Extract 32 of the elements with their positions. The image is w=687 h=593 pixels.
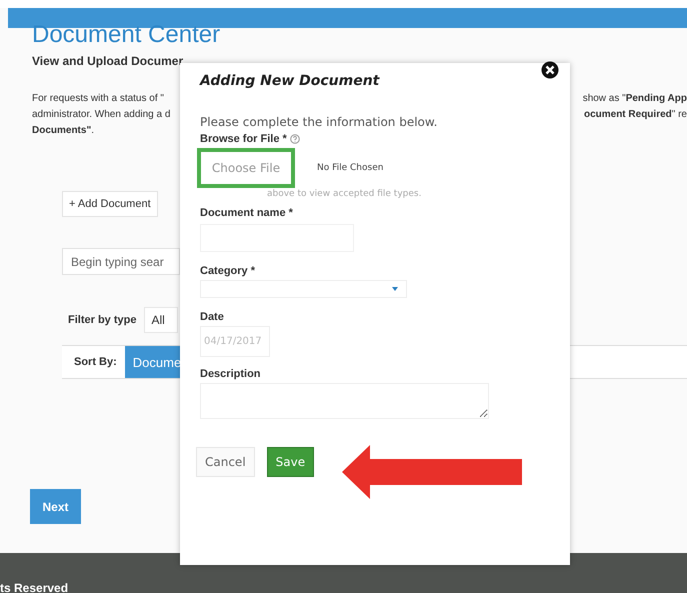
add-document-button[interactable]: + Add Document [62, 191, 158, 217]
field-label: Document name * [200, 207, 293, 219]
intro-text: ocument Required" re [584, 108, 687, 122]
field-label: Description [200, 368, 261, 380]
modal-title: Adding New Document [200, 73, 381, 89]
description-field[interactable] [200, 383, 489, 419]
field-label: Date [200, 311, 224, 323]
field-label: Category * [200, 265, 256, 277]
filter-select[interactable]: All [144, 307, 178, 333]
help-icon[interactable] [290, 134, 300, 144]
choose-file-button[interactable]: Choose File [197, 148, 295, 188]
file-status: No File Chosen [317, 163, 384, 173]
arrow-icon [342, 445, 522, 499]
field-label: Browse for File * [200, 133, 287, 145]
caret-icon [392, 287, 398, 291]
category-select[interactable] [200, 280, 407, 298]
sort-label: Sort By: [73, 356, 118, 368]
intro-text: For requests with a status of " [32, 92, 164, 106]
page-title: Document Center [32, 22, 222, 48]
page-subtitle: View and Upload Documer [32, 54, 184, 68]
filter-label: Filter by type [68, 314, 136, 326]
intro-text: Documents". [32, 124, 94, 138]
intro-text: show as "Pending App [582, 92, 687, 106]
close-icon[interactable] [541, 61, 559, 79]
save-button[interactable]: Save [266, 447, 314, 477]
search-field[interactable]: Begin typing sear [62, 248, 180, 275]
next-button[interactable]: Next [30, 489, 81, 524]
help-text: above to view accepted file types. [267, 189, 422, 199]
intro-text: administrator. When adding a d [32, 108, 170, 122]
modal-intro: Please complete the information below. [200, 115, 438, 129]
footer-text: ts Reserved [0, 581, 68, 593]
cancel-button[interactable]: Cancel [196, 447, 255, 477]
